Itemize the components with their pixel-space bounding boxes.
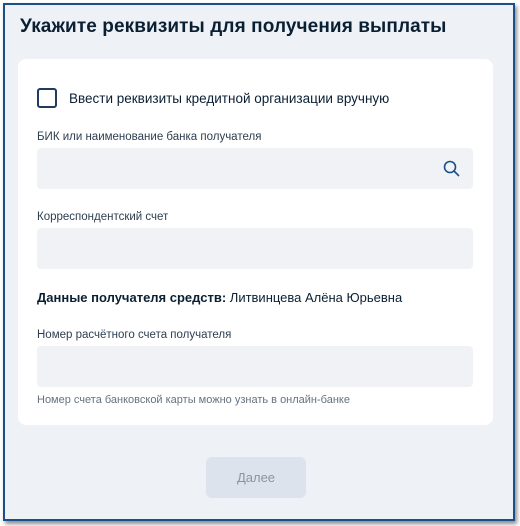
window-frame: Укажите реквизиты для получения выплаты …: [3, 3, 515, 521]
recipient-label: Данные получателя средств:: [37, 290, 227, 305]
requisites-form-card: Ввести реквизиты кредитной организации в…: [18, 59, 493, 425]
corr-account-input[interactable]: [37, 228, 473, 269]
search-icon[interactable]: [443, 160, 460, 177]
account-number-input[interactable]: [37, 346, 473, 387]
bank-field-label: БИК или наименование банка получателя: [37, 131, 262, 143]
corr-account-label: Корреспондентский счет: [37, 211, 169, 223]
recipient-name: Литвинцева Алёна Юрьевна: [229, 290, 403, 305]
manual-entry-label[interactable]: Ввести реквизиты кредитной организации в…: [69, 91, 389, 106]
account-hint: Номер счета банковской карты можно узнат…: [37, 394, 350, 406]
next-button[interactable]: Далее: [206, 457, 306, 498]
manual-entry-row[interactable]: Ввести реквизиты кредитной организации в…: [37, 88, 389, 108]
page-title: Укажите реквизиты для получения выплаты: [20, 16, 447, 37]
account-number-label: Номер расчётного счета получателя: [37, 329, 232, 341]
manual-entry-checkbox[interactable]: [37, 88, 57, 108]
recipient-info: Данные получателя средств: Литвинцева Ал…: [37, 290, 402, 305]
bank-search-input[interactable]: [37, 148, 473, 189]
